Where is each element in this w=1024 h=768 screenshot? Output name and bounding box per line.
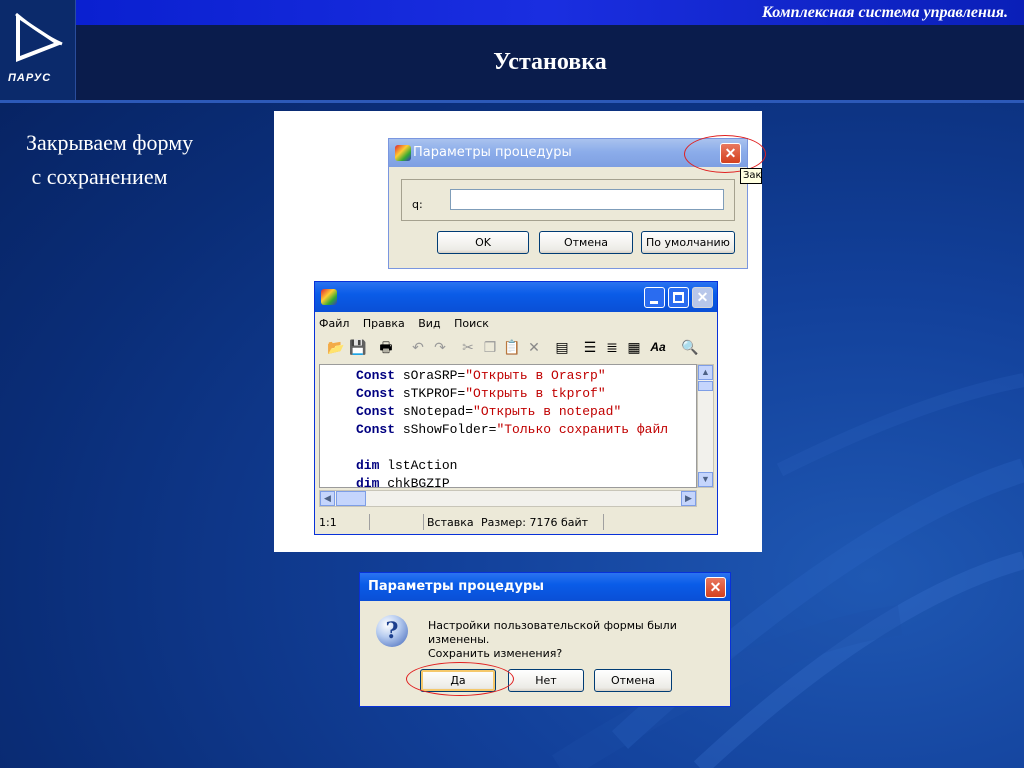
question-icon: ? — [376, 615, 408, 647]
code-area[interactable]: Const sOraSRP="Открыть в Orasrp" Const sT… — [319, 364, 697, 488]
code-line: Const sNotepad="Открыть в notepad" — [356, 403, 668, 421]
menu-search[interactable]: Поиск — [454, 317, 489, 330]
status-divider — [369, 514, 370, 530]
list-icon[interactable]: ≣ — [603, 338, 621, 356]
copy-icon[interactable]: ❐ — [481, 338, 499, 356]
params-group-box: q: — [401, 179, 735, 221]
confirm-message-line-1: Настройки пользовательской формы были из… — [428, 619, 677, 646]
scroll-thumb[interactable] — [698, 381, 713, 391]
editor-menubar: Файл Правка Вид Поиск — [319, 317, 499, 330]
hscroll-thumb[interactable] — [336, 491, 366, 506]
logo-text: ПАРУС — [8, 72, 52, 84]
redo-icon[interactable]: ↷ — [431, 338, 449, 356]
horizontal-scrollbar[interactable]: ◀ ▶ — [319, 490, 697, 507]
code-string: "Открыть в notepad" — [473, 404, 622, 419]
field-label-q: q: — [412, 198, 423, 211]
app-icon — [321, 289, 337, 305]
instruction-line-1: Закрываем форму — [26, 130, 194, 155]
minimize-icon[interactable] — [644, 287, 665, 308]
close-tooltip: Зак — [740, 168, 762, 184]
status-divider — [603, 514, 604, 530]
instruction-line-2: с сохранением — [26, 164, 168, 189]
cancel-button[interactable]: Отмена — [539, 231, 633, 254]
confirm-message: Настройки пользовательской формы были из… — [428, 619, 730, 661]
code-identifier: sNotepad= — [395, 404, 474, 419]
code-line: Const sOraSRP="Открыть в Orasrp" — [356, 367, 668, 385]
code-string: "Открыть в tkprof" — [465, 386, 606, 401]
editor-toolbar: 📂 💾 🖶 ↶ ↷ ✂ ❐ 📋 ✕ ▤ ☰ ≣ ▦ Aa 🔍 — [319, 338, 715, 360]
app-icon — [395, 145, 411, 161]
code-keyword: dim — [356, 476, 380, 488]
cancel-button[interactable]: Отмена — [594, 669, 672, 692]
code-line: dim chkBGZIP — [356, 475, 668, 488]
header-divider — [0, 100, 1024, 103]
code-line: dim lstAction — [356, 457, 668, 475]
parus-logo-icon — [15, 12, 63, 62]
scroll-up-icon[interactable]: ▲ — [698, 365, 713, 380]
undo-icon[interactable]: ↶ — [409, 338, 427, 356]
confirm-message-line-2: Сохранить изменения? — [428, 647, 563, 660]
close-icon[interactable]: ✕ — [705, 577, 726, 598]
menu-file[interactable]: Файл — [319, 317, 349, 330]
editor-window: ✕ Файл Правка Вид Поиск 📂 💾 🖶 ↶ ↷ ✂ ❐ 📋 … — [314, 281, 718, 535]
delete-icon[interactable]: ✕ — [525, 338, 543, 356]
instruction-text: Закрываем форму с сохранением — [26, 126, 266, 194]
indent-icon[interactable]: ☰ — [581, 338, 599, 356]
logo-panel: ПАРУС — [0, 0, 76, 100]
code-keyword: Const — [356, 422, 396, 437]
status-mode: Вставка — [427, 516, 474, 529]
ok-button[interactable]: OK — [437, 231, 529, 254]
confirm-dialog-titlebar: Параметры процедуры ✕ — [360, 573, 730, 601]
code-identifier: sShowFolder= — [395, 422, 497, 437]
code-keyword: dim — [356, 458, 380, 473]
print-icon[interactable]: 🖶 — [377, 338, 395, 356]
code-identifier: lstAction — [379, 458, 458, 473]
code-identifier: sTKPROF= — [395, 386, 466, 401]
code-lines: Const sOraSRP="Открыть в Orasrp" Const sT… — [356, 367, 668, 488]
paste-icon[interactable]: 📋 — [503, 338, 521, 356]
slide-title: Установка — [493, 49, 607, 75]
menu-edit[interactable]: Правка — [363, 317, 405, 330]
find-icon[interactable]: 🔍 — [681, 338, 699, 356]
top-brand-bar: Комплексная система управления. — [76, 0, 1024, 25]
brand-text: Комплексная система управления. — [761, 4, 1008, 21]
vertical-scrollbar[interactable]: ▲ ▼ — [697, 364, 714, 488]
close-icon[interactable]: ✕ — [692, 287, 713, 308]
cut-icon[interactable]: ✂ — [459, 338, 477, 356]
open-icon[interactable]: 📂 — [327, 338, 345, 356]
editor-titlebar: ✕ — [315, 282, 717, 312]
slide-title-bar: Установка — [76, 25, 1024, 100]
scroll-left-icon[interactable]: ◀ — [320, 491, 335, 506]
code-identifier: chkBGZIP — [379, 476, 450, 488]
no-button[interactable]: Нет — [508, 669, 584, 692]
status-divider — [423, 514, 424, 530]
scroll-right-icon[interactable]: ▶ — [681, 491, 696, 506]
code-string: "Открыть в Orasrp" — [465, 368, 606, 383]
q-input[interactable] — [450, 189, 724, 210]
scroll-down-icon[interactable]: ▼ — [698, 472, 713, 487]
code-line: Const sShowFolder="Только сохранить файл — [356, 421, 668, 439]
status-bar: 1:1 Вставка Размер: 7176 байт — [315, 512, 717, 534]
wrap-icon[interactable]: ▦ — [625, 338, 643, 356]
close-tooltip-text: Зак — [743, 170, 762, 181]
maximize-icon[interactable] — [668, 287, 689, 308]
screenshot-panel: Параметры процедуры ✕ q: OK Отмена По ум… — [274, 111, 766, 552]
status-size: Размер: 7176 байт — [481, 516, 589, 529]
default-button[interactable]: По умолчанию — [641, 231, 735, 254]
code-keyword: Const — [356, 404, 396, 419]
code-string: "Только сохранить файл — [496, 422, 669, 437]
code-keyword: Const — [356, 368, 396, 383]
save-icon[interactable]: 💾 — [349, 338, 367, 356]
select-all-icon[interactable]: ▤ — [553, 338, 571, 356]
code-identifier: sOraSRP= — [395, 368, 466, 383]
menu-view[interactable]: Вид — [418, 317, 440, 330]
status-position: 1:1 — [319, 516, 337, 529]
yes-highlight-ellipse — [406, 662, 514, 696]
code-keyword: Const — [356, 386, 396, 401]
font-icon[interactable]: Aa — [649, 338, 667, 356]
params-dialog-title: Параметры процедуры — [413, 145, 572, 160]
code-line: Const sTKPROF="Открыть в tkprof" — [356, 385, 668, 403]
confirm-dialog-title: Параметры процедуры — [368, 579, 545, 594]
